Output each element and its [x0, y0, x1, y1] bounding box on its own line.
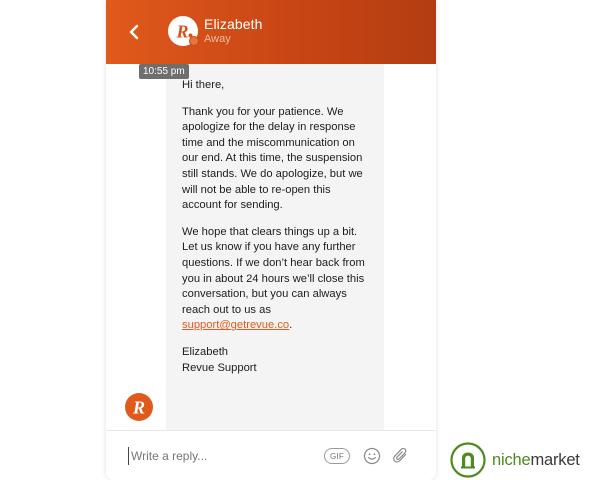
- message-text: .: [289, 319, 293, 332]
- message-text: We hope that clears things up a bit. Let…: [182, 225, 365, 316]
- support-email-link[interactable]: support@getrevue.co: [182, 319, 289, 331]
- message-paragraph: We hope that clears things up a bit. Let…: [182, 225, 368, 334]
- svg-text:R: R: [132, 398, 145, 418]
- smiley-icon: [363, 447, 381, 465]
- message-paragraph: Thank you for your patience. We apologiz…: [182, 105, 363, 212]
- chat-header: R Elizabeth Away: [106, 0, 436, 64]
- agent-status: Away: [204, 33, 231, 45]
- attach-button[interactable]: [392, 446, 410, 466]
- agent-avatar: R: [168, 16, 199, 46]
- message-timestamp: 10:55 pm: [139, 64, 189, 79]
- svg-text:R: R: [176, 22, 189, 42]
- agent-name: Elizabeth: [204, 16, 263, 32]
- reply-input[interactable]: [128, 447, 311, 465]
- brand-niche: niche: [492, 451, 531, 469]
- conversation-body: Hi there, Thank you for your patience. W…: [106, 64, 436, 430]
- emoji-button[interactable]: [363, 447, 381, 465]
- signature-name: Elizabeth: [182, 345, 229, 358]
- presence-indicator: [189, 36, 199, 46]
- back-button[interactable]: [124, 20, 144, 44]
- signature-team: Revue Support: [182, 361, 257, 374]
- nichemarket-watermark: nichemarket: [450, 442, 600, 478]
- nichemarket-wordmark: nichemarket: [492, 451, 580, 470]
- sender-avatar: R: [125, 393, 153, 421]
- reply-composer: GIF: [106, 430, 436, 480]
- paperclip-icon: [393, 447, 407, 463]
- brand-market: market: [530, 451, 580, 469]
- chat-widget: R Elizabeth Away Hi there, Thank you for…: [106, 0, 436, 480]
- nichemarket-logo-icon: [450, 442, 486, 478]
- gif-button[interactable]: GIF: [324, 448, 350, 464]
- revue-logo-icon: R: [132, 398, 145, 418]
- chevron-left-icon: [129, 24, 139, 40]
- screen: R Elizabeth Away Hi there, Thank you for…: [0, 0, 600, 480]
- message-greeting: Hi there,: [182, 79, 225, 91]
- message-bubble: Hi there, Thank you for your patience. W…: [166, 64, 384, 430]
